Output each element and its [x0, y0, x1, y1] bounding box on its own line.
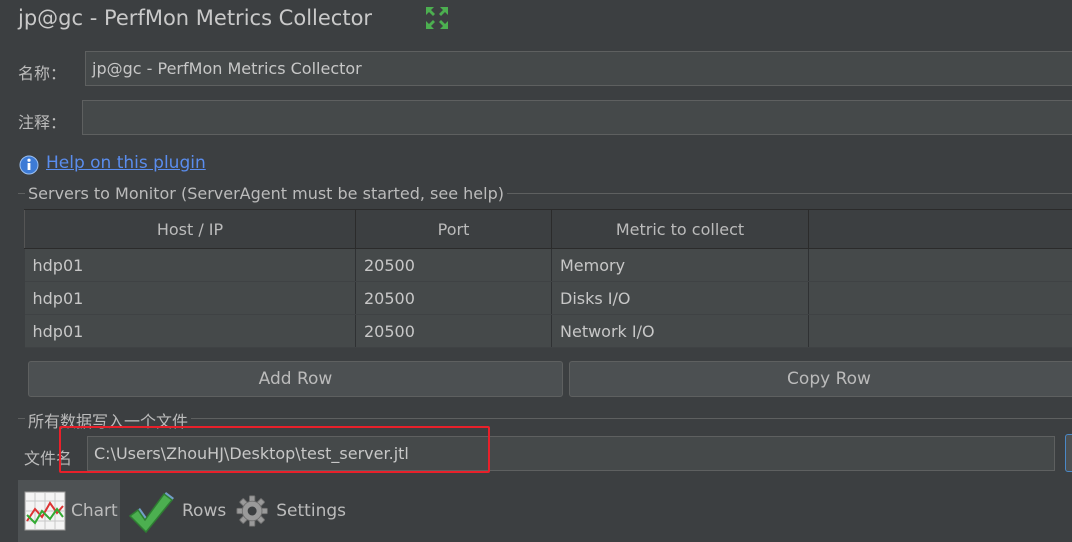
expand-icon[interactable] [424, 5, 450, 31]
cell-port[interactable]: 20500 [355, 281, 552, 315]
column-header-metric[interactable]: Metric to collect [551, 209, 809, 249]
cell-metric[interactable]: Memory [551, 248, 809, 282]
highlight-box [59, 426, 490, 473]
cell-port[interactable]: 20500 [355, 314, 552, 348]
page-title: jp@gc - PerfMon Metrics Collector [18, 6, 373, 30]
name-label: 名称： [18, 64, 67, 83]
cell-host[interactable]: hdp01 [24, 248, 356, 282]
info-icon [19, 155, 39, 175]
copy-row-button[interactable]: Copy Row [569, 361, 1072, 397]
browse-button[interactable] [1065, 434, 1072, 472]
cell-metric[interactable]: Network I/O [551, 314, 809, 348]
table-row[interactable]: hdp01 20500 Disks I/O [24, 281, 1072, 315]
servers-table: Host / IP Port Metric to collect hdp01 2… [24, 209, 1072, 348]
tab-settings[interactable]: Settings [236, 480, 346, 542]
tab-settings-label: Settings [276, 501, 346, 521]
cell-host[interactable]: hdp01 [24, 314, 356, 348]
checkmark-icon [128, 492, 174, 534]
help-link[interactable]: Help on this plugin [46, 153, 206, 173]
column-header-port[interactable]: Port [355, 209, 552, 249]
tab-chart-label: Chart [71, 501, 118, 521]
tab-chart[interactable]: Chart [18, 480, 120, 542]
cell-params[interactable] [808, 281, 1072, 315]
cell-params[interactable] [808, 314, 1072, 348]
chart-icon [24, 491, 66, 531]
column-header-params[interactable] [808, 209, 1072, 249]
tab-rows[interactable]: Rows [128, 480, 228, 542]
name-input[interactable]: jp@gc - PerfMon Metrics Collector [85, 51, 1072, 86]
table-row[interactable]: hdp01 20500 Network I/O [24, 314, 1072, 348]
comment-label: 注释： [18, 113, 67, 132]
add-row-button[interactable]: Add Row [28, 361, 563, 397]
comment-input[interactable] [82, 100, 1072, 135]
table-header-row: Host / IP Port Metric to collect [24, 209, 1072, 249]
servers-section-legend: Servers to Monitor (ServerAgent must be … [25, 184, 507, 203]
cell-params[interactable] [808, 248, 1072, 282]
cell-port[interactable]: 20500 [355, 248, 552, 282]
tab-rows-label: Rows [182, 501, 227, 521]
cell-metric[interactable]: Disks I/O [551, 281, 809, 315]
table-row[interactable]: hdp01 20500 Memory [24, 248, 1072, 282]
cell-host[interactable]: hdp01 [24, 281, 356, 315]
gear-icon [236, 495, 268, 527]
column-header-host[interactable]: Host / IP [24, 209, 356, 249]
